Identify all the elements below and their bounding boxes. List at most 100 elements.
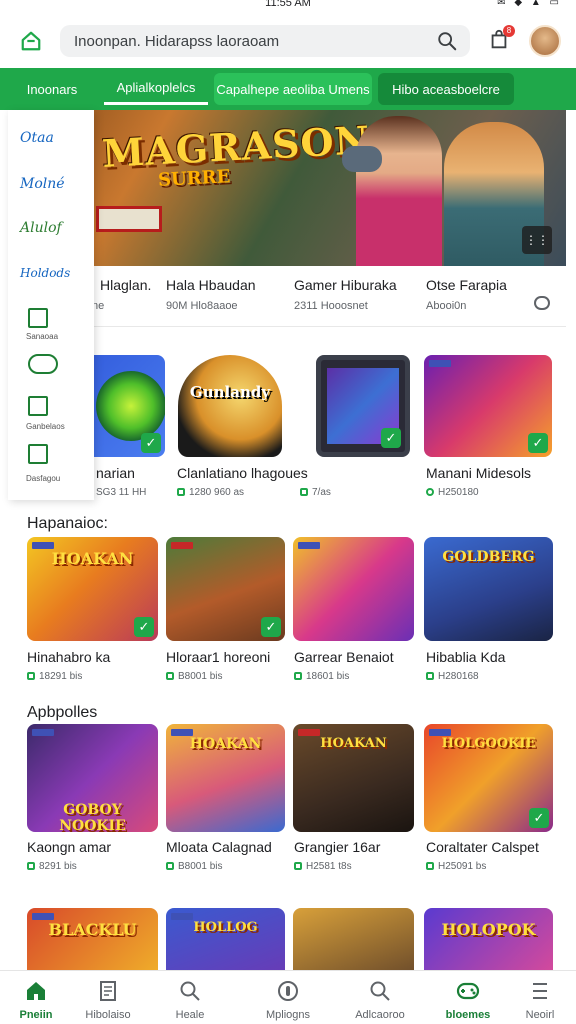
game-art-2-2: HOAKAN [189,736,262,752]
app-tile-2[interactable]: Gunlandy [178,355,282,457]
nav-item-1[interactable]: Pneiin [0,971,72,1024]
installed-check-icon: ✓ [529,808,549,828]
search-input[interactable] [74,32,434,50]
hero-badge [96,206,162,232]
game-tile-1-2[interactable]: ✓ [166,537,285,641]
tab-1[interactable]: Inoonars [10,73,94,105]
game-sub-1-1: 18291 bis [27,671,82,682]
game-sub-2-2: B8001 bis [166,861,222,872]
hero-more-icon[interactable]: ⋮⋮ [522,226,552,254]
drawer-item-3[interactable]: Alulof [20,220,62,236]
game-art-3-1: BLACKLU [48,920,137,939]
drawer-chart-icon[interactable] [28,444,48,464]
game-sub-1-1-text: 18291 bis [39,671,83,682]
app-tile-4[interactable]: ✓ [424,355,552,457]
drawer-controller-icon[interactable] [28,354,58,374]
game-sub-1-4: H280168 [426,671,479,682]
bottom-nav: Pneiin Hibolaiso Heale Mpliogns Adlcaoro… [0,970,576,1024]
cart-button[interactable]: 8 [488,25,515,53]
game-sub-1-2-text: B8001 bis [178,671,223,682]
status-dot-icon [294,672,302,680]
game-art-1-1: HOAKAN [51,549,134,568]
game-title-1-1[interactable]: Hinahabro ka [27,649,110,665]
nav-item-6[interactable]: bloemes [432,971,504,1024]
search-bar[interactable] [60,25,470,57]
top-bar: 8 [0,14,576,68]
drawer-icon-label-2: Ganbelaos [26,422,65,431]
tab-4[interactable]: Hibo aceasboelcre [378,73,514,105]
avatar[interactable] [529,25,561,57]
chat-icon[interactable] [534,296,550,310]
nav-label-2: Hibolaiso [85,1009,131,1021]
nav-item-4[interactable]: Mpliogns [252,971,324,1024]
search-icon[interactable] [436,30,458,52]
nav-item-5[interactable]: Adlcaoroo [344,971,416,1024]
app-sub-3: 7/as [300,487,331,498]
store-home-button[interactable] [14,26,48,56]
tab-2[interactable]: Aplialkoplelcs [104,73,208,105]
drawer-board-icon[interactable] [28,308,48,328]
game-title-1-4[interactable]: Hibablia Kda [426,649,505,665]
game-title-2-1[interactable]: Kaongn amar [27,839,111,855]
game-tile-3-4[interactable]: HOLOPOK [424,908,553,978]
section-title-1: Hapanaioc: [27,515,108,532]
drawer-item-1[interactable]: Otaa [20,130,54,146]
status-dot-icon [426,672,434,680]
game-tile-1-4[interactable]: GOLDBERG [424,537,553,641]
app-title-1[interactable]: narian [96,465,135,481]
game-tile-1-1[interactable]: HOAKAN ✓ [27,537,158,641]
featured-title-4[interactable]: Otse Farapia [426,277,507,293]
game-art-2-1: GOBOY NOOKIE [59,802,126,832]
tile-tag [171,542,193,549]
game-tile-3-2[interactable]: HOLLOG [166,908,285,978]
installed-check-icon: ✓ [141,433,161,453]
game-tile-1-3[interactable] [293,537,414,641]
tile-tag [429,360,451,367]
drawer-item-4[interactable]: Holdods [20,266,70,280]
game-tile-2-1[interactable]: GOBOY NOOKIE [27,724,158,832]
app-sub-1: SG3 11 HH [96,487,147,498]
tile-tag [429,729,451,736]
app-art-1 [96,371,165,441]
game-tile-2-2[interactable]: HOAKAN [166,724,285,832]
game-title-1-3[interactable]: Garrear Benaiot [294,649,394,665]
tile-tag [32,913,54,920]
game-title-1-2[interactable]: Hloraar1 horeoni [166,649,270,665]
status-dot-icon [426,862,434,870]
tab-3[interactable]: Capalhepe aeoliba Umens [214,73,372,105]
game-art-1-4: GOLDBERG [442,549,535,565]
app-title-2[interactable]: Clanlatiano lhagoues [177,465,308,481]
game-tile-2-3[interactable]: HOAKAN [293,724,414,832]
nav-label-7: Neoirl [525,1009,555,1021]
game-title-2-4[interactable]: Coraltater Calspet [426,839,539,855]
game-title-2-2[interactable]: Mloata Calagnad [166,839,272,855]
drawer-item-2[interactable]: Molné [20,176,65,192]
status-dot-icon [426,488,434,496]
featured-title-1[interactable]: Hlaglan. [100,277,151,293]
game-tile-3-3[interactable] [293,908,414,978]
featured-title-2[interactable]: Hala Hbaudan [166,277,256,293]
game-sub-2-1: 8291 bis [27,861,77,872]
tile-tag [32,542,54,549]
drawer-grid-icon[interactable] [28,396,48,416]
status-icons: ✉ ◆ ▲ ▭ [497,0,562,8]
status-time: 11:55 AM [265,0,311,9]
search-icon [180,981,200,1001]
status-dot-icon [300,488,308,496]
game-sub-1-3: 18601 bis [294,671,349,682]
game-tile-3-1[interactable]: BLACKLU [27,908,158,978]
status-dot-icon [177,488,185,496]
game-title-2-3[interactable]: Grangier 16ar [294,839,380,855]
featured-sub-2: 90M Hlo8aaoe [166,300,238,312]
nav-item-7[interactable]: Neoirl [504,971,576,1024]
game-tile-2-4[interactable]: HOLGOOKIE ✓ [424,724,553,832]
nav-item-2[interactable]: Hibolaiso [72,971,144,1024]
game-sub-1-2: B8001 bis [166,671,222,682]
menu-icon [533,983,547,999]
app-title-4[interactable]: Manani Midesols [426,465,531,481]
app-tile-3[interactable]: ✓ [316,355,410,457]
featured-title-3[interactable]: Gamer Hiburaka [294,277,397,293]
document-icon [100,981,116,1001]
installed-check-icon: ✓ [381,428,401,448]
nav-item-3[interactable]: Heale [154,971,226,1024]
